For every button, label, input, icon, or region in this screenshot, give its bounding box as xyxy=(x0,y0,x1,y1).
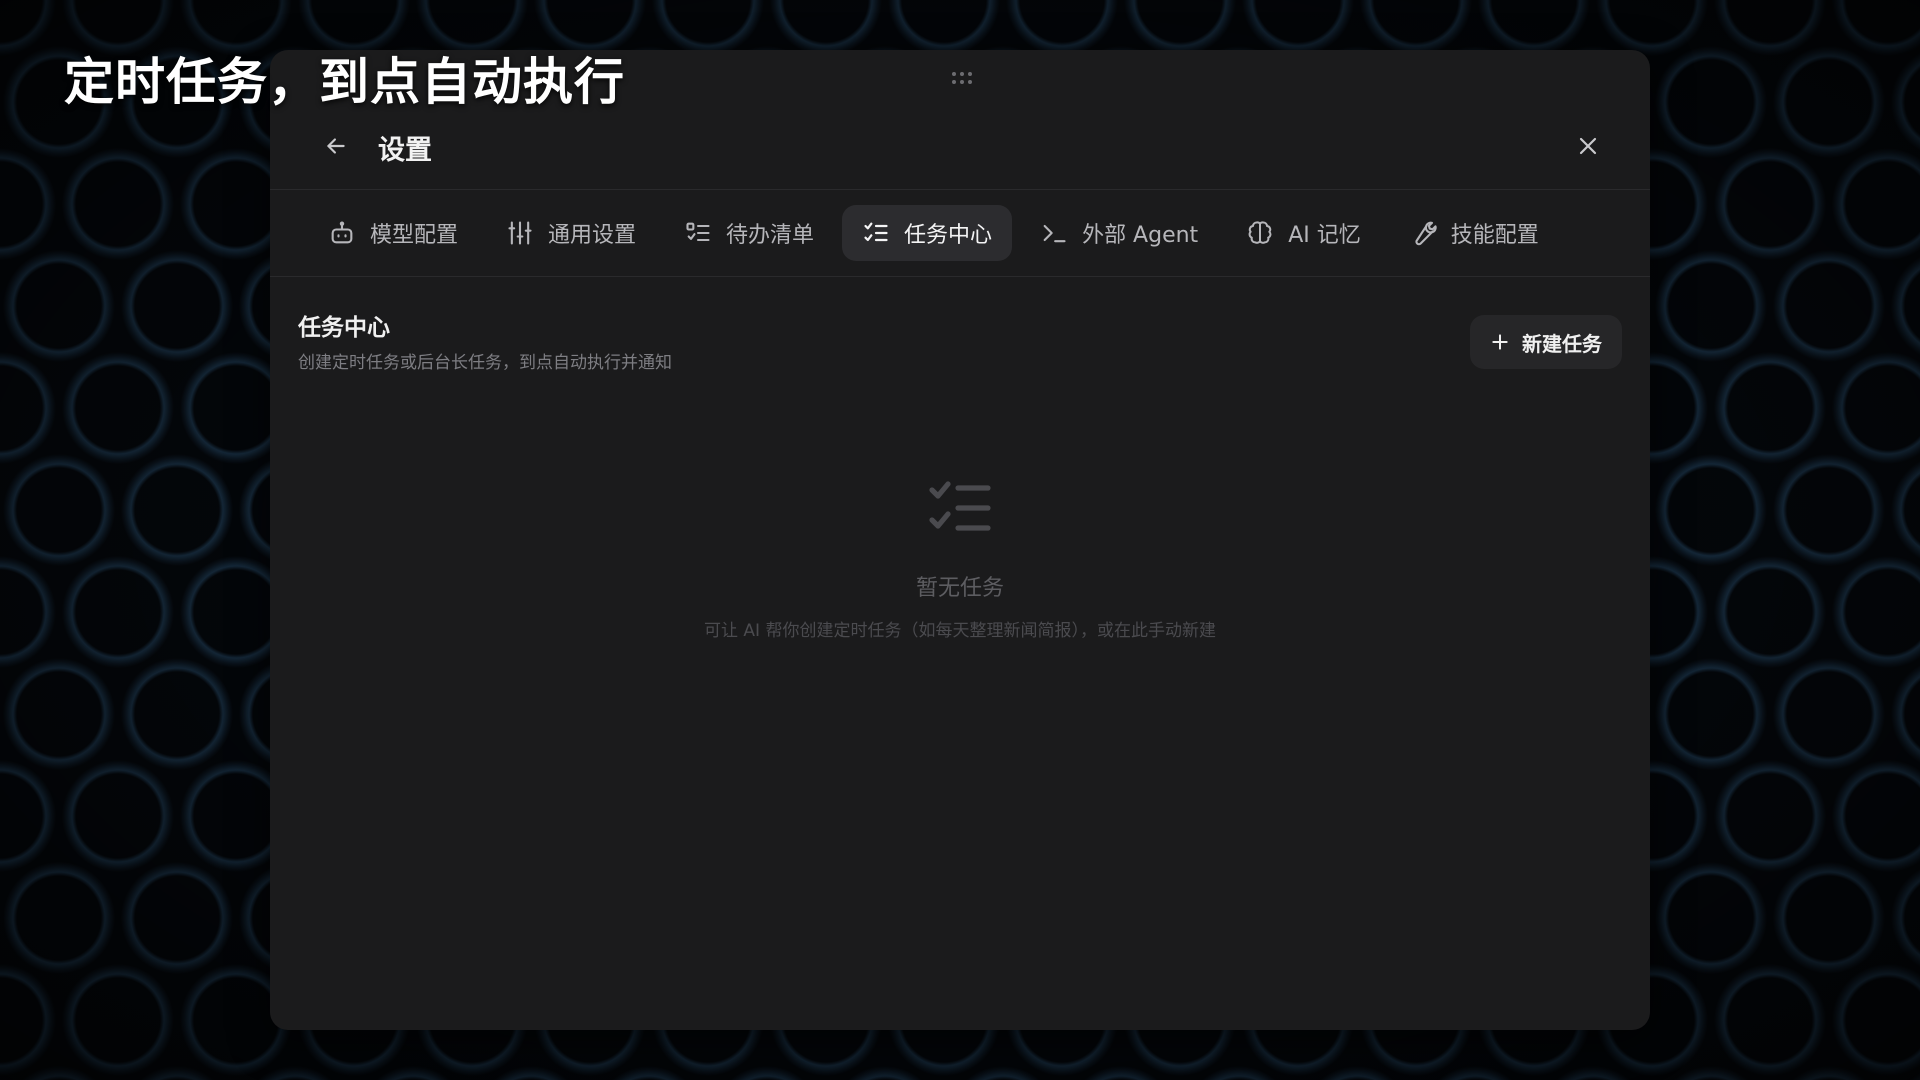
header-divider xyxy=(270,189,1650,190)
terminal-icon xyxy=(1043,224,1066,243)
empty-state-title: 暂无任务 xyxy=(915,576,1004,601)
tab-label: 通用设置 xyxy=(548,223,637,248)
close-icon xyxy=(1579,137,1597,155)
tab-task-center[interactable]: 任务中心 xyxy=(842,205,1013,261)
tab-model-config[interactable]: 模型配置 xyxy=(308,205,478,261)
tab-general-settings[interactable]: 通用设置 xyxy=(486,205,656,261)
tab-label: 待办清单 xyxy=(726,223,815,248)
tab-label: 任务中心 xyxy=(904,223,993,248)
new-task-button[interactable]: 新建任务 xyxy=(1470,315,1622,369)
tab-external-agent[interactable]: 外部 Agent xyxy=(1020,205,1218,261)
checklist-icon xyxy=(864,222,888,242)
wrench-icon xyxy=(1415,221,1437,246)
sliders-icon xyxy=(508,221,532,245)
empty-state: 暂无任务 可让 AI 帮你创建定时任务（如每天整理新闻简报），或在此手动新建 xyxy=(270,480,1650,641)
empty-state-description: 可让 AI 帮你创建定时任务（如每天整理新闻简报），或在此手动新建 xyxy=(704,621,1216,641)
drag-handle-icon[interactable] xyxy=(950,72,974,84)
back-button[interactable] xyxy=(316,126,356,166)
section-title: 任务中心 xyxy=(298,315,390,341)
promo-headline: 定时任务，到点自动执行 xyxy=(64,53,625,111)
checklist-icon xyxy=(929,481,991,531)
section-subtitle: 创建定时任务或后台长任务，到点自动执行并通知 xyxy=(298,353,672,373)
tab-label: AI 记忆 xyxy=(1288,223,1361,248)
tab-todo-list[interactable]: 待办清单 xyxy=(664,205,834,261)
close-button[interactable] xyxy=(1568,126,1608,166)
new-task-label: 新建任务 xyxy=(1522,331,1602,356)
robot-icon xyxy=(331,221,353,244)
tab-label: 模型配置 xyxy=(370,223,459,248)
tab-ai-memory[interactable]: AI 记忆 xyxy=(1226,205,1381,261)
brain-icon xyxy=(1248,221,1272,244)
arrow-left-icon xyxy=(327,138,345,154)
tab-skill-config[interactable]: 技能配置 xyxy=(1389,205,1559,261)
tab-label: 技能配置 xyxy=(1450,223,1539,248)
dialog-header: 设置 xyxy=(270,120,1650,174)
dialog-title: 设置 xyxy=(378,135,432,166)
list-icon xyxy=(686,222,710,242)
settings-dialog: 设置 模型配置 通用设置 待办清单 任务中心 外部 Agent AI 记忆 技能… xyxy=(270,50,1650,1030)
plus-icon xyxy=(1492,334,1508,350)
settings-tabs: 模型配置 通用设置 待办清单 任务中心 外部 Agent AI 记忆 技能配置 xyxy=(308,204,1559,262)
tabs-divider xyxy=(270,276,1650,277)
tab-label: 外部 Agent xyxy=(1082,223,1199,248)
